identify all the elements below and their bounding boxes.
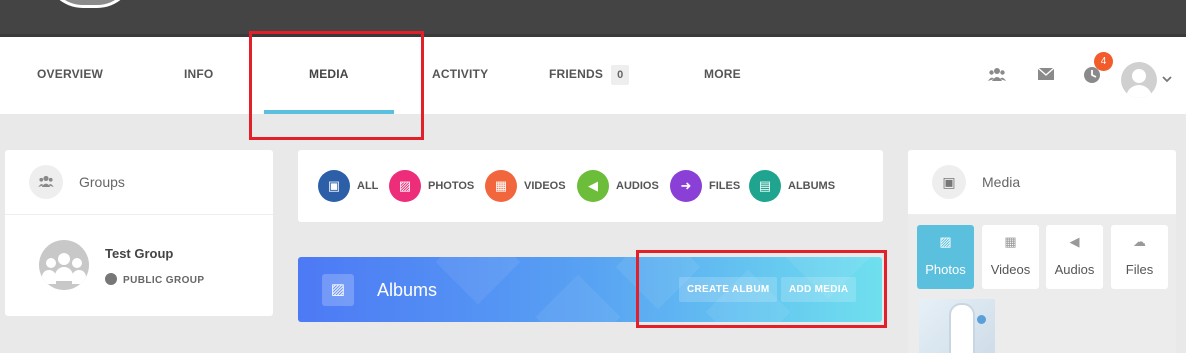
media-tab-audios[interactable]: ◀ Audios: [1046, 225, 1103, 289]
filter-files-label: FILES: [709, 180, 741, 192]
profile-avatar[interactable]: [45, 0, 135, 8]
filter-photos-label: PHOTOS: [428, 180, 475, 192]
video-icon: ▦: [1004, 234, 1017, 249]
cloud-download-icon: ☁: [1133, 234, 1146, 249]
tab-friends-label: FRIENDS: [549, 67, 604, 81]
filter-all-label: ALL: [357, 180, 379, 192]
filter-files[interactable]: ➜ FILES: [670, 170, 744, 202]
filter-photos[interactable]: ▨ PHOTOS: [389, 170, 477, 202]
filter-albums[interactable]: ▤ ALBUMS: [749, 170, 839, 202]
media-tab-files[interactable]: ☁ Files: [1111, 225, 1168, 289]
tab-overview[interactable]: OVERVIEW: [37, 37, 103, 114]
tab-activity[interactable]: ACTIVITY: [432, 37, 488, 114]
friends-count-badge: 0: [611, 65, 630, 85]
media-filter-bar: ▣ ALL ▨ PHOTOS ▦ VIDEOS ◀ AUDIOS ➜ FILES…: [298, 150, 883, 222]
tab-friends[interactable]: FRIENDS 0: [549, 37, 630, 114]
active-tab-indicator: [264, 110, 394, 114]
video-icon: ▦: [485, 170, 517, 202]
file-icon: ➜: [670, 170, 702, 202]
chevron-down-icon[interactable]: [1162, 72, 1172, 86]
profile-navbar: OVERVIEW INFO MEDIA ACTIVITY FRIENDS 0 MO…: [0, 37, 1186, 114]
groups-card: Groups Test Group PUBLIC GROUP: [5, 150, 273, 316]
notification-count-badge: 4: [1094, 52, 1113, 71]
create-album-button[interactable]: CREATE ALBUM: [679, 277, 778, 302]
album-icon: ▨: [322, 274, 354, 306]
audio-icon: ◀: [577, 170, 609, 202]
filter-audios-label: AUDIOS: [616, 180, 659, 192]
group-privacy-text: PUBLIC GROUP: [123, 275, 205, 286]
photo-icon: ▨: [389, 170, 421, 202]
user-avatar[interactable]: [1121, 62, 1157, 98]
albums-title: Albums: [377, 280, 438, 300]
media-tab-files-label: Files: [1125, 262, 1154, 277]
photo-icon: ▨: [939, 234, 952, 249]
filter-audios[interactable]: ◀ AUDIOS: [577, 170, 661, 202]
group-avatar[interactable]: [39, 240, 89, 290]
tab-info[interactable]: INFO: [184, 37, 213, 114]
filter-videos[interactable]: ▦ VIDEOS: [485, 170, 569, 202]
group-name-link[interactable]: Test Group: [105, 246, 173, 261]
media-card-header: ▣ Media: [908, 150, 1176, 215]
media-tab-audios-label: Audios: [1054, 262, 1095, 277]
tab-more[interactable]: MORE: [704, 37, 741, 114]
albums-banner: ▨ Albums CREATE ALBUM ADD MEDIA: [298, 257, 882, 322]
groups-icon: [29, 165, 63, 199]
media-tab-photos[interactable]: ▨ Photos: [917, 225, 974, 289]
filter-all[interactable]: ▣ ALL: [318, 170, 378, 202]
group-privacy-label: PUBLIC GROUP: [105, 273, 204, 286]
globe-icon: [105, 273, 117, 285]
media-card-title: Media: [982, 174, 1021, 190]
media-tab-videos[interactable]: ▦ Videos: [982, 225, 1039, 289]
audio-icon: ◀: [1069, 234, 1080, 249]
album-icon: ▤: [749, 170, 781, 202]
groups-card-header: Groups: [5, 150, 273, 215]
photo-thumbnail[interactable]: [919, 299, 995, 353]
all-media-icon: ▣: [318, 170, 350, 202]
groups-card-title: Groups: [79, 174, 125, 190]
filter-videos-label: VIDEOS: [524, 180, 566, 192]
tab-media[interactable]: MEDIA: [309, 37, 349, 114]
mail-icon[interactable]: [1035, 66, 1057, 88]
media-tab-photos-label: Photos: [925, 262, 966, 277]
add-media-button[interactable]: ADD MEDIA: [781, 277, 857, 302]
cover-photo: [0, 0, 1186, 37]
groups-icon[interactable]: [986, 66, 1008, 88]
filter-albums-label: ALBUMS: [788, 180, 836, 192]
media-tab-videos-label: Videos: [990, 262, 1031, 277]
media-icon: ▣: [932, 165, 966, 199]
